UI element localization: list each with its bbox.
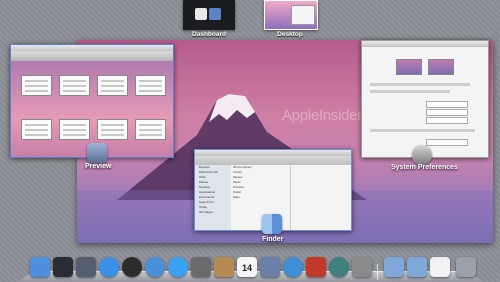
document-thumbnail xyxy=(135,75,166,96)
preview-window[interactable] xyxy=(10,44,174,158)
itunes-icon[interactable] xyxy=(283,257,303,277)
document-thumbnail xyxy=(59,75,90,96)
desktop-space-thumbnail[interactable] xyxy=(264,0,318,30)
document-thumbnail xyxy=(135,119,166,140)
downloads-stack-icon[interactable] xyxy=(430,257,450,277)
address-book-icon[interactable] xyxy=(214,257,234,277)
safari-icon[interactable] xyxy=(145,257,165,277)
finder-toolbar xyxy=(195,156,351,165)
preview-icon xyxy=(87,143,107,163)
trash-icon[interactable] xyxy=(456,257,476,277)
dock: 14 xyxy=(16,254,484,282)
preference-field[interactable] xyxy=(426,139,468,146)
desktop-space-label: Desktop xyxy=(277,31,303,38)
preference-row xyxy=(370,83,470,86)
facetime-icon[interactable] xyxy=(191,257,211,277)
dashboard-space-thumbnail[interactable] xyxy=(183,0,235,30)
finder-file-list: iPhoto Library Library Movies Music Pict… xyxy=(233,165,252,200)
ical-icon[interactable]: 14 xyxy=(237,257,257,277)
system-preferences-window[interactable] xyxy=(361,40,489,158)
document-thumbnail xyxy=(97,75,128,96)
finder-icon xyxy=(262,214,282,234)
dock-separator xyxy=(377,264,378,280)
time-machine-icon[interactable] xyxy=(329,257,349,277)
finder-icon[interactable] xyxy=(30,257,50,277)
document-thumbnail xyxy=(21,75,52,96)
dashboard-gauge-icon[interactable] xyxy=(122,257,142,277)
preference-row xyxy=(370,90,450,93)
applications-folder-icon[interactable] xyxy=(384,257,404,277)
mini-window-icon xyxy=(291,5,315,25)
system-preferences-titlebar xyxy=(362,41,488,47)
document-thumbnail xyxy=(21,119,52,140)
preview-toolbar xyxy=(11,51,173,61)
document-thumbnail xyxy=(59,119,90,140)
gears-icon xyxy=(412,145,432,165)
finder-window-label: Finder xyxy=(262,236,284,243)
document-thumbnail xyxy=(97,119,128,140)
app-store-icon[interactable] xyxy=(99,257,119,277)
system-preferences-icon[interactable] xyxy=(352,257,372,277)
documents-folder-icon[interactable] xyxy=(407,257,427,277)
preview-icon[interactable] xyxy=(260,257,280,277)
preferences-panel xyxy=(366,53,482,153)
mission-control-icon[interactable] xyxy=(76,257,96,277)
sidebar-item[interactable]: All Images xyxy=(195,210,231,215)
dashboard-icon[interactable] xyxy=(53,257,73,277)
finder-sidebar: Devices Macintosh HD iDisk Places Deskto… xyxy=(195,165,231,230)
appleinsider-watermark: AppleInsider xyxy=(282,107,362,124)
ichat-icon[interactable] xyxy=(168,257,188,277)
wallpaper-preview-icon xyxy=(396,59,422,75)
preference-row xyxy=(370,129,475,132)
system-preferences-window-label: System Preferences xyxy=(391,164,458,171)
preview-window-label: Preview xyxy=(85,163,112,170)
weather-widget-icon xyxy=(209,8,221,20)
calculator-widget-icon xyxy=(195,8,207,20)
wallpaper-preview-icon xyxy=(428,59,454,75)
photo-booth-icon[interactable] xyxy=(306,257,326,277)
dashboard-space-label: Dashboard xyxy=(192,31,226,38)
file-item[interactable]: Sites xyxy=(233,195,252,200)
preference-field[interactable] xyxy=(426,101,468,108)
preference-field[interactable] xyxy=(426,117,468,124)
column-divider xyxy=(290,165,291,230)
preference-field[interactable] xyxy=(426,109,468,116)
